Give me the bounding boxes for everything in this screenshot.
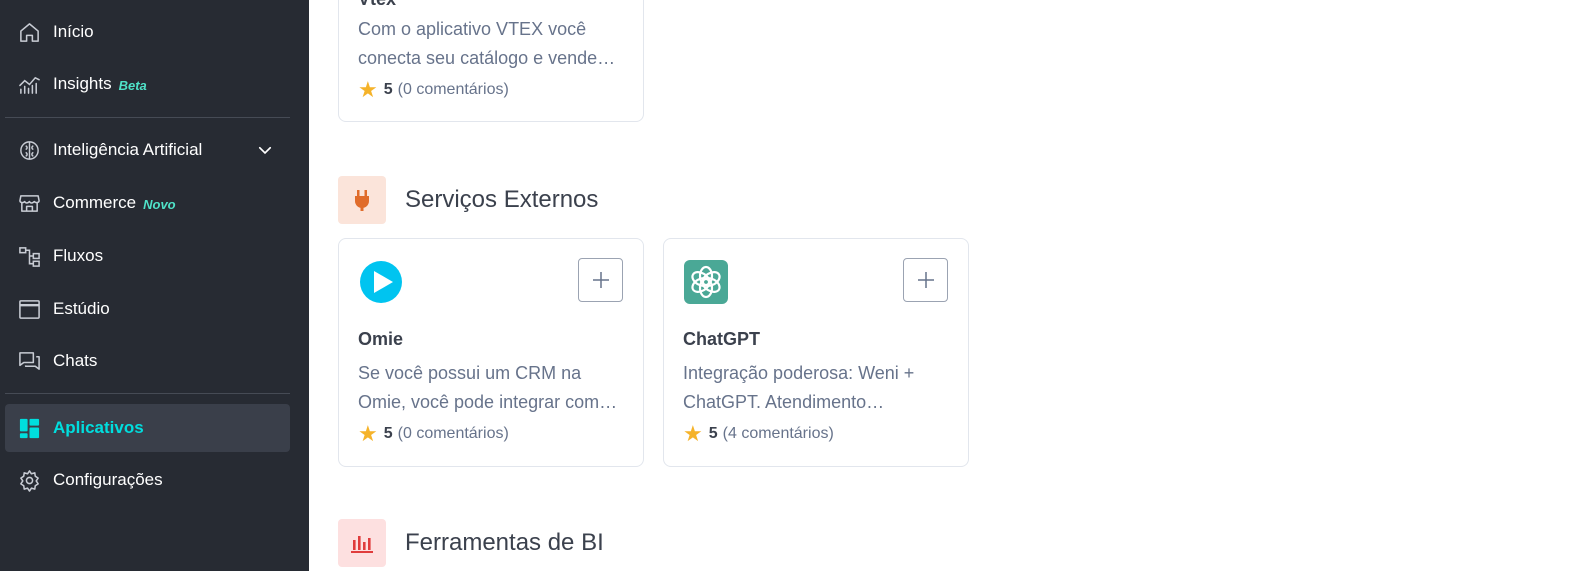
sidebar-item-configuracoes[interactable]: Configurações [5, 456, 290, 504]
beta-badge: Beta [118, 78, 147, 93]
app-card-rating: ★ 5 (0 comentários) [358, 77, 509, 102]
sidebar-item-fluxos[interactable]: Fluxos [5, 232, 290, 280]
novo-badge: Novo [143, 197, 176, 212]
plus-icon [917, 272, 934, 288]
sidebar-item-label: Chats [53, 351, 98, 370]
app-card-rating: ★ 5 (4 comentários) [683, 421, 834, 446]
sidebar-item-label: Configurações [53, 470, 163, 489]
sidebar-item-estudio[interactable]: Estúdio [5, 285, 290, 333]
app-card-vtex[interactable]: Vtex Com o aplicativo VTEX você conecta … [338, 0, 644, 122]
star-icon: ★ [358, 421, 378, 446]
app-card-omie[interactable]: Omie Se você possui um CRM na Omie, você… [338, 238, 644, 467]
app-card-title: Omie [358, 329, 404, 349]
sidebar-item-insights[interactable]: Insights Beta [5, 60, 290, 108]
plug-icon [338, 176, 386, 224]
sidebar-divider [5, 117, 290, 118]
sidebar-item-label: Insights [53, 74, 112, 93]
sidebar-item-label: Inteligência Artificial [53, 140, 203, 159]
sidebar-item-aplicativos[interactable]: Aplicativos [5, 404, 290, 452]
apps-grid-icon [17, 416, 41, 440]
add-app-button[interactable] [578, 258, 623, 302]
plus-icon [592, 272, 609, 288]
sidebar-item-label: Aplicativos [53, 418, 144, 437]
sidebar-item-label: Início [53, 22, 94, 41]
chats-icon [17, 349, 41, 373]
sidebar-item-inicio[interactable]: Início [5, 8, 290, 56]
star-icon: ★ [358, 77, 378, 102]
sidebar-divider [5, 393, 290, 394]
app-card-description: Se você possui um CRM na Omie, você pode… [358, 363, 618, 412]
app-card-description: Com o aplicativo VTEX você conecta seu c… [358, 19, 616, 68]
home-icon [17, 20, 41, 44]
gear-icon [17, 468, 41, 492]
app-card-description: Integração poderosa: Weni + ChatGPT. Ate… [683, 363, 915, 412]
sidebar-item-inteligencia-artificial[interactable]: Inteligência Artificial [5, 126, 290, 174]
main-content: Vtex Com o aplicativo VTEX você conecta … [309, 0, 1573, 571]
window-icon [17, 297, 41, 321]
chatgpt-logo-icon [684, 260, 728, 304]
app-card-title: Vtex [358, 0, 396, 10]
sidebar-item-commerce[interactable]: Commerce Novo [5, 179, 290, 227]
sidebar: Início Insights Beta Inteligência Artifi… [0, 0, 309, 571]
app-card-rating: ★ 5 (0 comentários) [358, 421, 509, 446]
star-icon: ★ [683, 421, 703, 446]
chevron-down-icon[interactable] [256, 141, 274, 159]
section-header-servicos-externos: Serviços Externos [338, 176, 598, 224]
storefront-icon [17, 191, 41, 215]
section-title: Ferramentas de BI [405, 529, 604, 556]
sidebar-item-label: Estúdio [53, 299, 110, 318]
chart-line-icon [17, 72, 41, 96]
flow-icon [17, 244, 41, 268]
sidebar-item-label: Commerce [53, 193, 137, 212]
add-app-button[interactable] [903, 258, 948, 302]
sidebar-item-chats[interactable]: Chats [5, 337, 290, 385]
section-header-ferramentas-de-bi: Ferramentas de BI [338, 519, 604, 567]
section-title: Serviços Externos [405, 186, 599, 213]
brain-icon [17, 138, 41, 162]
sidebar-item-label: Fluxos [53, 246, 104, 265]
bar-chart-icon [338, 519, 386, 567]
app-card-title: ChatGPT [683, 329, 761, 349]
app-card-chatgpt[interactable]: ChatGPT Integração poderosa: Weni + Chat… [663, 238, 969, 467]
omie-logo-icon [359, 260, 403, 304]
